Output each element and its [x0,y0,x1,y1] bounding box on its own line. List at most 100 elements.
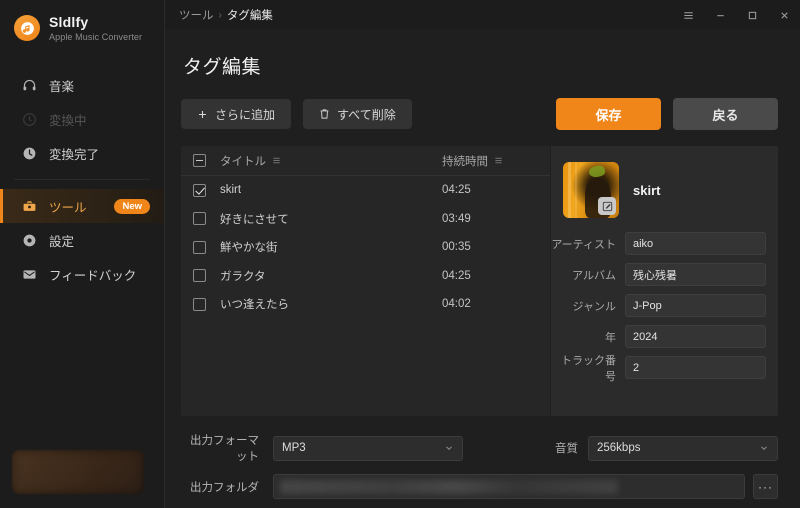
album-art[interactable] [563,162,619,218]
bottom-bar: 出力フォーマット MP3 音質 256kbps 出力フォルダ ··· [181,432,778,499]
new-badge: New [114,198,150,215]
sidebar-item-label: ツール [49,200,87,215]
panels: タイトル 持続時間 skirt 04:25 好きにさせて 03:49 鮮やかな街… [181,146,778,416]
brand: Sldlfy Apple Music Converter [0,0,164,42]
edit-pencil-icon[interactable] [598,197,616,215]
table-body: skirt 04:25 好きにさせて 03:49 鮮やかな街 00:35 ガラク… [181,176,550,319]
add-more-button[interactable]: さらに追加 [181,99,292,129]
add-more-label: さらに追加 [215,107,276,122]
table-header: タイトル 持続時間 [181,146,550,176]
maximize-icon[interactable] [736,0,768,30]
music-note-circle-icon [14,15,40,42]
sidebar-item-converting[interactable]: 変換中 [0,102,164,136]
row-checkbox[interactable] [193,183,206,197]
table-row[interactable]: 好きにさせて 03:49 [181,205,550,234]
field-label: ジャンル [572,300,616,313]
sidebar-item-settings[interactable]: 設定 [0,223,164,257]
chevron-down-icon [759,443,769,453]
sidebar-divider [14,179,150,181]
row-title: 鮮やかな街 [220,242,278,255]
field-album: アルバム 残心残暑 [551,263,766,286]
save-button[interactable]: 保存 [556,98,661,130]
row-duration: 04:25 [442,184,471,197]
sidebar-item-tools[interactable]: ツール New [0,189,164,224]
main-area: ツール › タグ編集 タグ編集 さらに追加 すべて削除 保存 戻る タイトル 持… [165,0,800,508]
format-label: 出力フォーマット [190,435,259,463]
field-track-number: トラック番号 2 [551,355,766,383]
delete-all-button[interactable]: すべて削除 [303,99,412,129]
row-title: ガラクタ [220,270,266,283]
sidebar-item-completed[interactable]: 変換完了 [0,136,164,170]
sidebar-item-label: 音楽 [49,79,75,94]
column-header-duration[interactable]: 持続時間 [442,153,538,169]
folder-row: 出力フォルダ ··· [181,474,778,499]
table-row[interactable]: いつ逢えたら 04:02 [181,290,550,319]
clock-icon [20,144,38,162]
track-list: タイトル 持続時間 skirt 04:25 好きにさせて 03:49 鮮やかな街… [181,146,550,416]
sidebar-nav: 音楽 変換中 変換完了 ツール New 設定 フィードバック [0,68,164,291]
menu-icon[interactable] [672,0,704,30]
folder-label: 出力フォルダ [190,481,259,494]
format-value: MP3 [282,442,306,454]
toolbar: さらに追加 すべて削除 保存 戻る [181,98,778,130]
quality-select[interactable]: 256kbps [588,435,778,461]
window-controls [672,0,800,30]
sidebar-item-label: フィードバック [49,268,137,283]
row-duration: 00:35 [442,241,471,254]
artist-input[interactable]: aiko [625,232,766,255]
row-checkbox[interactable] [193,240,206,254]
row-checkbox[interactable] [193,269,206,283]
table-row[interactable]: 鮮やかな街 00:35 [181,233,550,262]
headphones-icon [20,76,38,94]
field-year: 年 2024 [551,325,766,348]
row-title: skirt [220,184,242,197]
field-artist: アーティスト aiko [551,232,766,255]
art-streak [575,162,577,218]
detail-header: skirt [551,146,778,218]
column-header-title[interactable]: タイトル [220,153,442,169]
album-input[interactable]: 残心残暑 [625,263,766,286]
field-label: アーティスト [551,238,616,251]
row-checkbox[interactable] [193,212,206,226]
titlebar: ツール › タグ編集 [165,0,800,30]
year-input[interactable]: 2024 [625,325,766,348]
sort-icon[interactable] [494,156,503,165]
app-window: Sldlfy Apple Music Converter 音楽 変換中 変換完了… [0,0,800,508]
quality-value: 256kbps [597,442,641,454]
output-folder-input[interactable] [273,474,745,499]
genre-input[interactable]: J-Pop [625,294,766,317]
sort-icon[interactable] [272,156,281,165]
breadcrumb-separator: › [218,9,222,21]
chevron-down-icon [444,443,454,453]
browse-folder-button[interactable]: ··· [753,474,778,499]
close-icon[interactable] [768,0,800,30]
sidebar-item-label: 変換完了 [49,147,100,162]
table-row[interactable]: ガラクタ 04:25 [181,262,550,291]
content: タグ編集 さらに追加 すべて削除 保存 戻る タイトル 持続時間 skirt 0… [165,30,800,508]
row-duration: 03:49 [442,212,471,225]
toolbox-icon [20,197,38,215]
select-all-checkbox[interactable] [193,154,206,167]
breadcrumb-current: タグ編集 [226,10,273,22]
field-genre: ジャンル J-Pop [551,294,766,317]
art-streak [568,162,571,218]
row-title: いつ逢えたら [220,299,289,312]
tag-fields: アーティスト aiko アルバム 残心残暑 ジャンル J-Pop 年 2024 … [551,232,778,383]
sidebar: Sldlfy Apple Music Converter 音楽 変換中 変換完了… [0,0,165,508]
breadcrumb-parent[interactable]: ツール [179,7,214,23]
row-duration: 04:02 [442,298,471,311]
tag-detail-panel: skirt アーティスト aiko アルバム 残心残暑 ジャンル J-Pop 年… [550,146,778,416]
sidebar-item-music[interactable]: 音楽 [0,68,164,102]
primary-actions: 保存 戻る [556,98,778,130]
table-row[interactable]: skirt 04:25 [181,176,550,205]
field-label: アルバム [572,269,616,282]
format-select[interactable]: MP3 [273,435,463,461]
path-redacted [280,480,619,494]
minimize-icon[interactable] [704,0,736,30]
track-number-input[interactable]: 2 [625,356,766,379]
promo-banner[interactable] [12,450,144,494]
row-duration: 04:25 [442,269,471,282]
sidebar-item-feedback[interactable]: フィードバック [0,257,164,291]
back-button[interactable]: 戻る [673,98,778,130]
row-checkbox[interactable] [193,297,206,311]
